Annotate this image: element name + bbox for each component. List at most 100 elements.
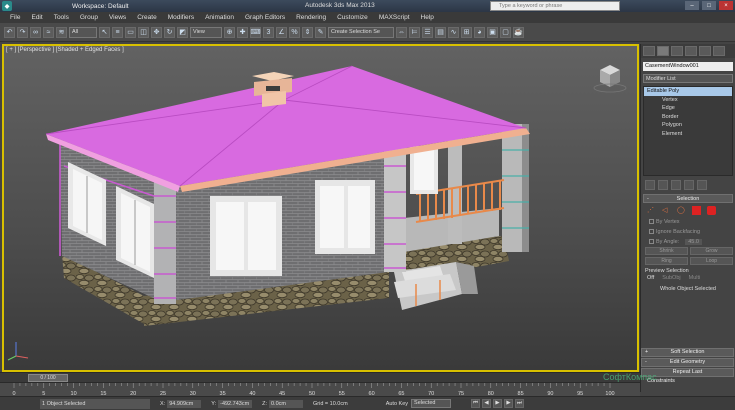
grow-button[interactable]: Grow [690, 247, 733, 255]
snaps-toggle-icon[interactable]: 3 [263, 26, 274, 38]
go-to-start-icon[interactable]: ⏮ [471, 399, 481, 408]
rectangular-selection-icon[interactable]: ▭ [125, 26, 136, 38]
menu-edit[interactable]: Edit [31, 14, 42, 21]
unlink-icon[interactable]: ≈ [43, 26, 54, 38]
radio-subobj[interactable]: SubObj [662, 275, 680, 281]
viewcube-icon[interactable] [593, 65, 627, 93]
menu-views[interactable]: Views [109, 14, 126, 21]
shrink-button[interactable]: Shrink [645, 247, 688, 255]
go-to-end-icon[interactable]: ⏭ [515, 399, 525, 408]
minimize-icon[interactable]: – [685, 1, 699, 10]
mirror-icon[interactable]: ⇔ [396, 26, 407, 38]
element-mode-icon[interactable] [707, 206, 716, 215]
reference-coordinate-dropdown[interactable]: View [190, 26, 222, 38]
manipulate-icon[interactable]: ✚ [237, 26, 248, 38]
angle-snap-icon[interactable]: ∠ [276, 26, 287, 38]
curve-editor-icon[interactable]: ∿ [448, 26, 459, 38]
stack-item-polygon[interactable]: Polygon [644, 121, 732, 130]
vertex-mode-icon[interactable]: ⋰ [647, 206, 656, 215]
named-selection-dropdown[interactable]: Create Selection Se [328, 26, 394, 38]
remove-modifier-icon[interactable] [684, 180, 694, 190]
menu-tools[interactable]: Tools [54, 14, 69, 21]
by-angle-checkbox[interactable]: By Angle: 45.0 [649, 237, 733, 246]
select-object-icon[interactable]: ↖ [99, 26, 110, 38]
radio-multi[interactable]: Multi [689, 275, 701, 281]
graphite-toggle-icon[interactable]: ▤ [435, 26, 446, 38]
ignore-backfacing-checkbox[interactable]: Ignore Backfacing [649, 227, 733, 236]
selection-rollout[interactable]: - Selection [643, 194, 733, 203]
stack-item-vertex[interactable]: Vertex [644, 96, 732, 105]
undo-icon[interactable]: ↶ [4, 26, 15, 38]
select-by-name-icon[interactable]: ≡ [112, 26, 123, 38]
x-value-field[interactable]: 94.909cm [167, 399, 202, 408]
motion-tab-icon[interactable] [685, 46, 697, 56]
play-icon[interactable]: ▶ [493, 399, 503, 408]
show-end-result-icon[interactable] [658, 180, 668, 190]
menu-modifiers[interactable]: Modifiers [168, 14, 194, 21]
previous-frame-icon[interactable]: ◀ [482, 399, 492, 408]
render-setup-icon[interactable]: ▣ [487, 26, 498, 38]
menu-create[interactable]: Create [137, 14, 157, 21]
redo-icon[interactable]: ↷ [17, 26, 28, 38]
modifier-list-dropdown[interactable]: Modifier List [643, 74, 733, 83]
z-value-field[interactable]: 0.0cm [269, 399, 303, 408]
edit-named-selection-icon[interactable]: ✎ [315, 26, 326, 38]
key-filter-dropdown[interactable]: Selected [411, 399, 452, 408]
angle-spinner[interactable]: 45.0 [685, 238, 702, 245]
select-scale-icon[interactable]: ◩ [177, 26, 188, 38]
close-icon[interactable]: × [719, 1, 733, 10]
modify-tab-icon[interactable] [657, 46, 669, 56]
render-production-icon[interactable]: ☕ [513, 26, 524, 38]
align-icon[interactable]: ⊨ [409, 26, 420, 38]
menu-maxscript[interactable]: MAXScript [379, 14, 410, 21]
keyboard-shortcut-icon[interactable]: ⌨ [250, 26, 261, 38]
menu-rendering[interactable]: Rendering [296, 14, 326, 21]
auto-key-button[interactable]: Auto Key [386, 401, 408, 407]
menu-animation[interactable]: Animation [205, 14, 234, 21]
stack-item-edge[interactable]: Edge [644, 104, 732, 113]
edit-geometry-rollout[interactable]: - Edit Geometry [641, 358, 734, 367]
object-name-field[interactable]: CasementWindow001 [643, 62, 733, 71]
menu-customize[interactable]: Customize [337, 14, 368, 21]
configure-modifier-sets-icon[interactable] [697, 180, 707, 190]
radio-off[interactable]: Off [647, 275, 654, 281]
time-slider-track[interactable]: 0 / 100 [0, 372, 640, 382]
bind-space-warp-icon[interactable]: ≋ [56, 26, 67, 38]
viewport-label[interactable]: [ + ] [Perspective ] [Shaded + Edged Fac… [6, 47, 124, 53]
maximize-icon[interactable]: □ [702, 1, 716, 10]
selection-filter-dropdown[interactable]: All [69, 26, 97, 38]
app-logo-icon[interactable]: ◆ [2, 1, 12, 11]
percent-snap-icon[interactable]: % [289, 26, 300, 38]
material-editor-icon[interactable]: ◕ [474, 26, 485, 38]
stack-item-border[interactable]: Border [644, 113, 732, 122]
make-unique-icon[interactable] [671, 180, 681, 190]
create-tab-icon[interactable] [643, 46, 655, 56]
perspective-viewport[interactable]: [ + ] [Perspective ] [Shaded + Edged Fac… [2, 44, 639, 372]
link-icon[interactable]: ∞ [30, 26, 41, 38]
layer-manager-icon[interactable]: ☰ [422, 26, 433, 38]
track-bar[interactable]: 0 5 10 15 20 25 30 35 40 45 50 55 60 65 70 75 80 85 90 95 10… [0, 382, 640, 397]
ring-button[interactable]: Ring [645, 257, 688, 265]
window-crossing-icon[interactable]: ◫ [138, 26, 149, 38]
edge-mode-icon[interactable]: ◁ [662, 206, 671, 215]
time-slider[interactable]: 0 / 100 [28, 374, 68, 382]
loop-button[interactable]: Loop [690, 257, 733, 265]
spinner-snap-icon[interactable]: ⇕ [302, 26, 313, 38]
menu-file[interactable]: File [10, 14, 20, 21]
utilities-tab-icon[interactable] [713, 46, 725, 56]
polygon-mode-icon[interactable] [692, 206, 701, 215]
pivot-center-icon[interactable]: ⊕ [224, 26, 235, 38]
menu-group[interactable]: Group [80, 14, 98, 21]
select-move-icon[interactable]: ✥ [151, 26, 162, 38]
search-input[interactable]: Type a keyword or phrase [490, 1, 620, 11]
workspace-dropdown[interactable]: Workspace: Default [72, 3, 129, 10]
stack-item-element[interactable]: Element [644, 130, 732, 139]
border-mode-icon[interactable]: ◯ [677, 206, 686, 215]
by-vertex-checkbox[interactable]: By Vertex [649, 217, 733, 226]
hierarchy-tab-icon[interactable] [671, 46, 683, 56]
soft-selection-rollout[interactable]: + Soft Selection [641, 348, 734, 357]
menu-help[interactable]: Help [421, 14, 434, 21]
rendered-frame-icon[interactable]: ▢ [500, 26, 511, 38]
schematic-view-icon[interactable]: ⊞ [461, 26, 472, 38]
next-frame-icon[interactable]: ▶ [504, 399, 514, 408]
